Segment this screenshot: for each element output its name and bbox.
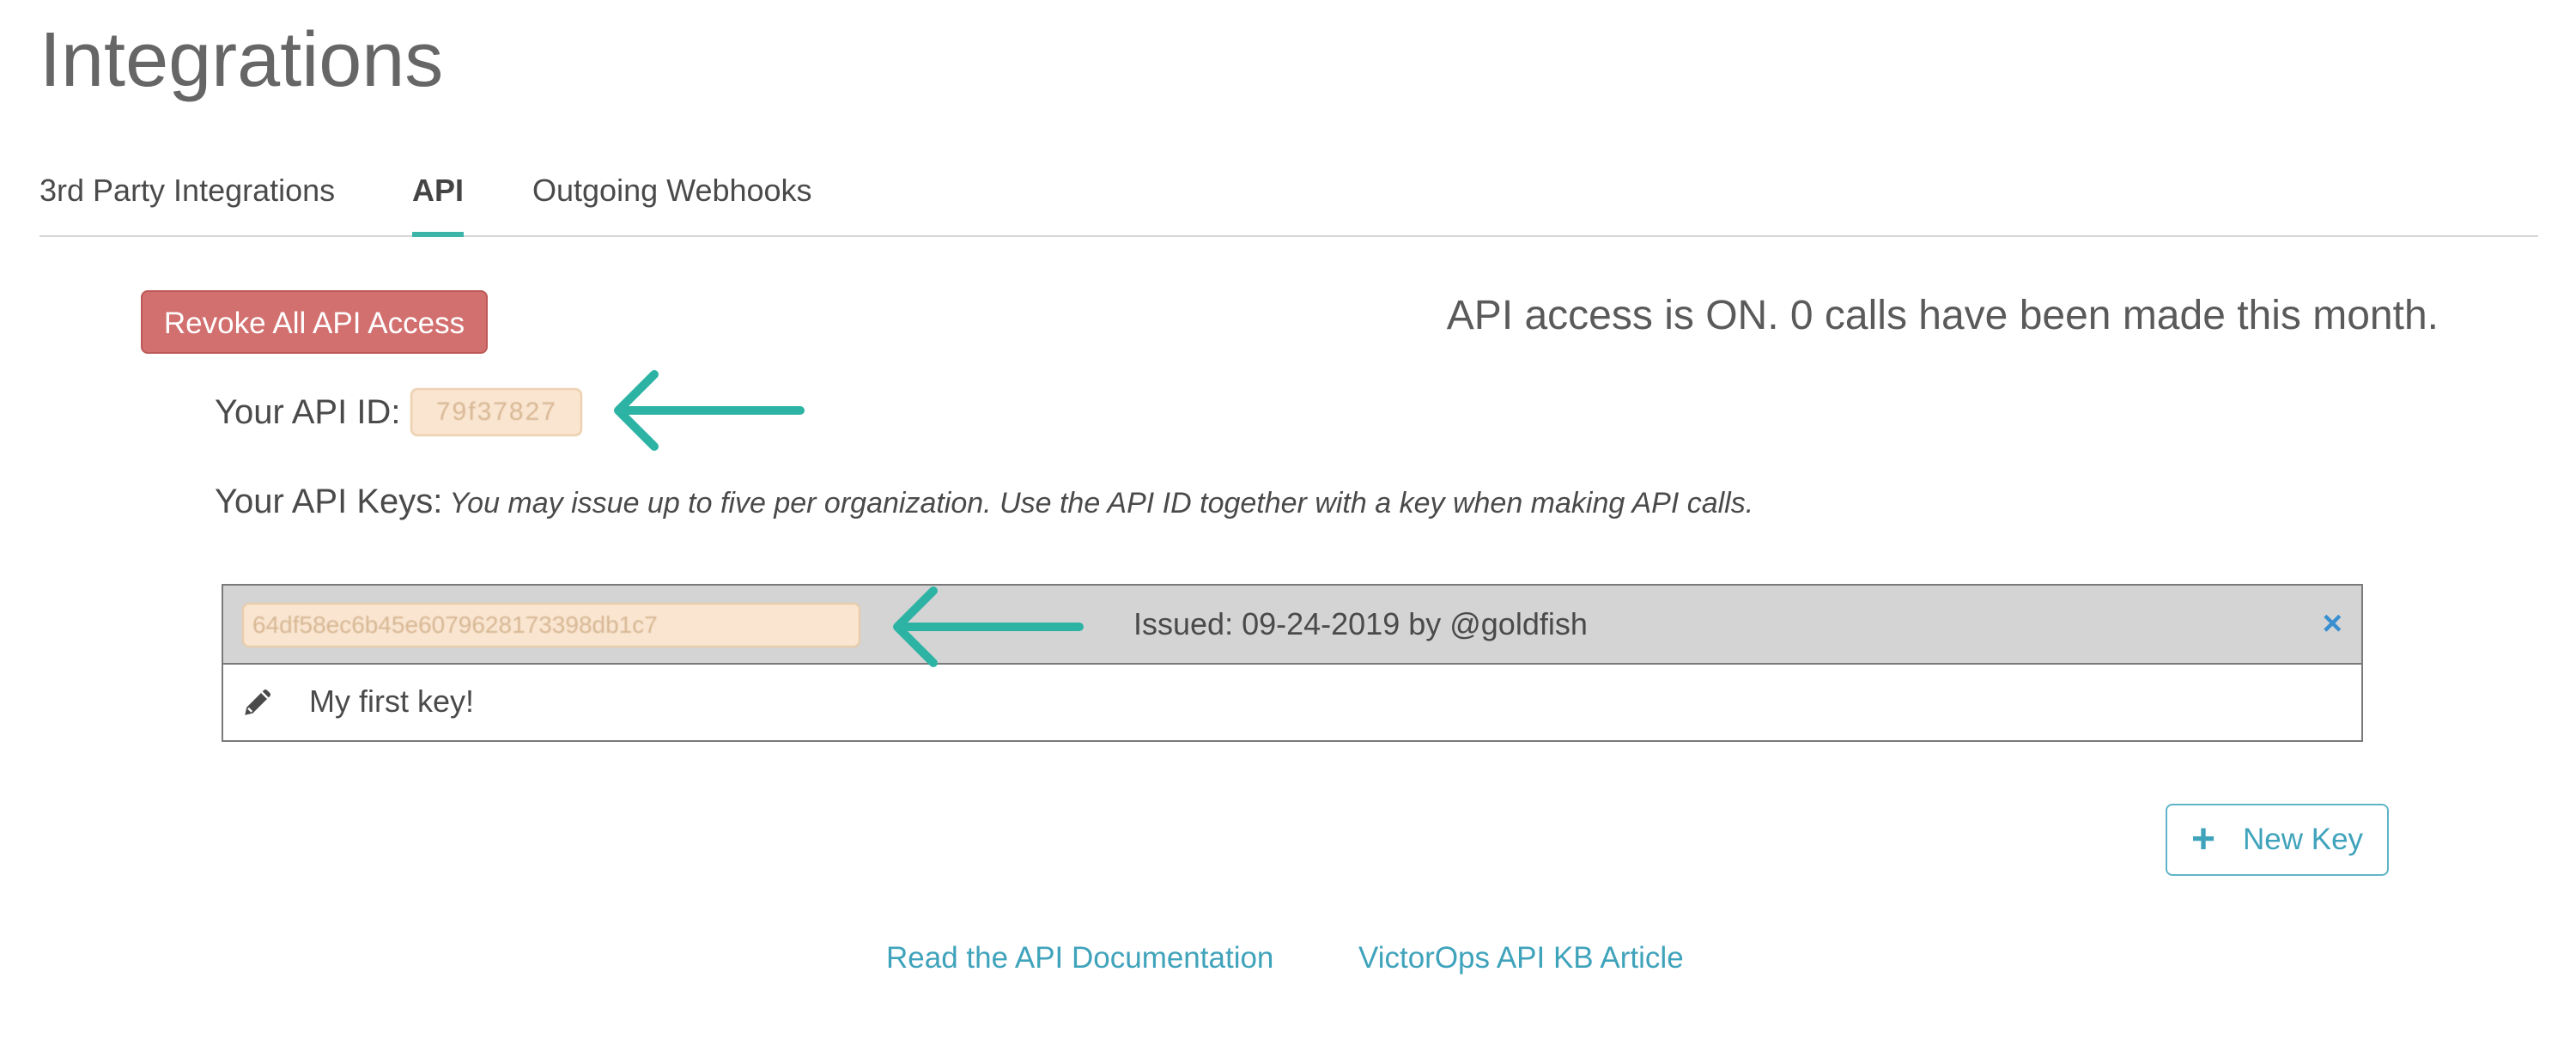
integrations-page: Integrations 3rd Party Integrations API … (0, 0, 2576, 1039)
api-id-row: Your API ID: 79f37827 (215, 385, 583, 440)
close-icon[interactable]: × (2323, 586, 2342, 661)
api-key-header: 64df58ec6b45e6079628173398db1c7 Issued: … (223, 586, 2361, 665)
tab-outgoing-webhooks[interactable]: Outgoing Webhooks (532, 163, 812, 235)
api-key-card: 64df58ec6b45e6079628173398db1c7 Issued: … (222, 584, 2363, 742)
tab-bar: 3rd Party Integrations API Outgoing Webh… (39, 163, 2538, 237)
page-title: Integrations (39, 17, 444, 103)
new-key-label: New Key (2243, 823, 2364, 856)
api-keys-hint: You may issue up to five per organizatio… (449, 487, 1754, 520)
tab-3rd-party-integrations[interactable]: 3rd Party Integrations (39, 163, 335, 235)
api-keys-row: Your API Keys: You may issue up to five p… (215, 477, 1753, 527)
api-key-issued: Issued: 09-24-2019 by @goldfish (1133, 606, 1588, 641)
api-id-label: Your API ID: (215, 392, 401, 431)
api-key-value[interactable]: 64df58ec6b45e6079628173398db1c7 (242, 603, 860, 647)
new-key-button[interactable]: + New Key (2166, 804, 2389, 876)
tab-api[interactable]: API (412, 163, 465, 237)
api-status-text: API access is ON. 0 calls have been made… (1446, 293, 2439, 338)
pencil-icon[interactable] (240, 684, 276, 720)
api-key-body: My first key! (223, 665, 2361, 740)
api-key-name[interactable]: My first key! (309, 665, 474, 738)
api-keys-label: Your API Keys: (215, 483, 443, 520)
api-id-value[interactable]: 79f37827 (410, 388, 583, 436)
api-documentation-link[interactable]: Read the API Documentation (886, 938, 1273, 979)
revoke-all-api-access-button[interactable]: Revoke All API Access (141, 290, 488, 354)
api-kb-article-link[interactable]: VictorOps API KB Article (1358, 938, 1684, 979)
plus-icon: + (2191, 817, 2216, 862)
arrow-left-icon (893, 586, 1084, 667)
arrow-left-icon (614, 370, 805, 451)
